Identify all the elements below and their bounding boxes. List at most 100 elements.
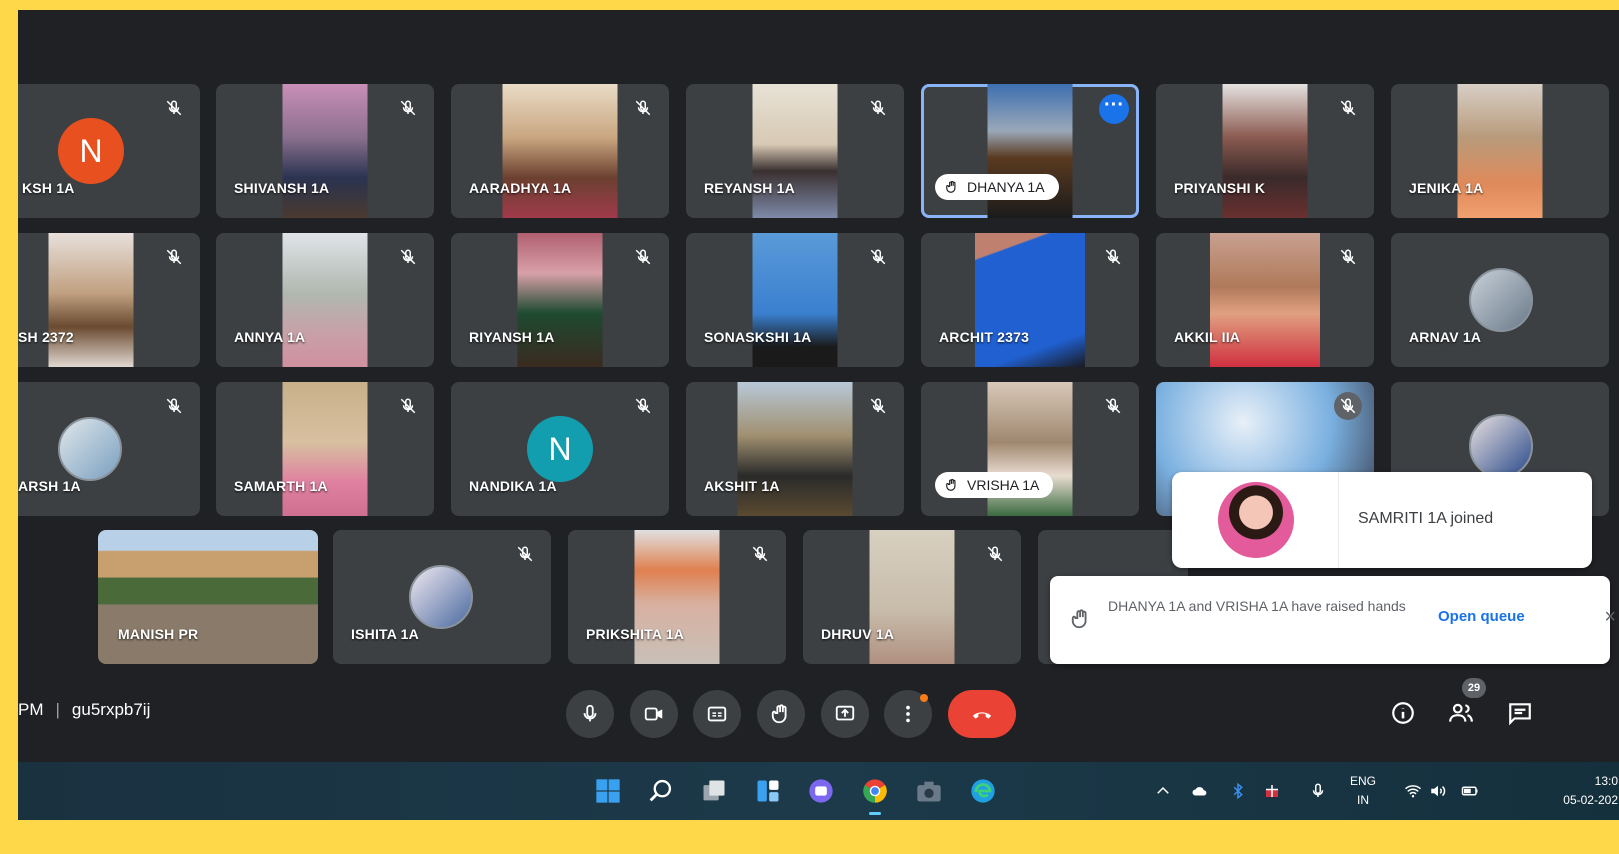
info-icon (1392, 702, 1414, 724)
mic-icon (583, 704, 597, 722)
camera-button[interactable] (630, 690, 678, 738)
participant-tile[interactable]: AKSHIT 1A (686, 382, 904, 516)
more-options-button[interactable]: ··· (1099, 94, 1129, 124)
video-feed (752, 84, 838, 218)
system-clock[interactable]: 13:0 05-02-202 (1498, 772, 1618, 810)
participant-tile[interactable]: MANISH PR (98, 530, 318, 664)
participant-tile[interactable]: ARCHIT 2373 (921, 233, 1139, 367)
participant-tile[interactable]: SHIVANSH 1A (216, 84, 434, 218)
edge-icon (971, 779, 995, 803)
participant-tile[interactable]: JENIKA 1A (1391, 84, 1609, 218)
show-hidden-icons[interactable] (1153, 780, 1173, 802)
video-feed (502, 84, 618, 218)
participant-tile[interactable]: ANNYA 1A (216, 233, 434, 367)
avatar (1469, 414, 1533, 478)
participant-name: JENIKA 1A (1409, 180, 1484, 196)
present-icon (835, 705, 855, 721)
muted-mic-icon (864, 243, 892, 271)
wifi-icon (1405, 785, 1421, 798)
widgets-button[interactable] (752, 775, 784, 807)
windows-icon (596, 779, 620, 803)
participant-tile[interactable]: PRIYANSHI K (1156, 84, 1374, 218)
video-feed (975, 233, 1085, 367)
bluetooth-tray[interactable] (1228, 780, 1248, 802)
camera-app-button[interactable] (913, 775, 945, 807)
microphone-tray[interactable] (1308, 780, 1328, 802)
participant-name: ARSH 1A (18, 478, 81, 494)
app-tray[interactable] (1261, 780, 1283, 802)
participant-joined-toast: SAMRITI 1A joined (1172, 472, 1592, 568)
participant-name: ARNAV 1A (1409, 329, 1482, 345)
people-button[interactable] (1446, 698, 1476, 728)
mic-button[interactable] (566, 690, 614, 738)
participant-tile[interactable]: SONASKSHI 1A (686, 233, 904, 367)
volume-tray[interactable] (1428, 780, 1448, 802)
language-indicator[interactable]: ENG IN (1350, 772, 1376, 810)
chrome-button[interactable] (859, 775, 891, 815)
participant-tile[interactable]: SH 2372 (18, 233, 200, 367)
muted-mic-icon (1334, 243, 1362, 271)
participant-tile[interactable]: REYANSH 1A (686, 84, 904, 218)
battery-icon (1461, 786, 1478, 796)
close-icon[interactable]: × (1604, 606, 1616, 629)
video-feed (48, 233, 134, 367)
participant-tile[interactable]: RIYANSH 1A (451, 233, 669, 367)
participant-tile[interactable]: DHRUV 1A (803, 530, 1021, 664)
widgets-icon (757, 780, 779, 802)
edge-button[interactable] (967, 775, 999, 807)
end-call-button[interactable] (948, 690, 1016, 738)
video-feed (282, 233, 368, 367)
participant-tile[interactable]: PRIKSHITA 1A (568, 530, 786, 664)
participant-tile[interactable]: AARADHYA 1A (451, 84, 669, 218)
video-feed (1457, 84, 1543, 218)
video-feed (517, 233, 603, 367)
participant-name: SHIVANSH 1A (234, 180, 330, 196)
more-options-button[interactable] (884, 690, 932, 738)
muted-mic-icon (394, 392, 422, 420)
participant-tile[interactable]: ARNAV 1A (1391, 233, 1609, 367)
avatar (409, 565, 473, 629)
camera-app-icon (917, 781, 941, 802)
avatar: N (58, 118, 124, 184)
participant-tile[interactable]: ARSH 1A (18, 382, 200, 516)
participant-name: REYANSH 1A (704, 180, 795, 196)
raise-hand-button[interactable] (757, 690, 805, 738)
muted-mic-icon (160, 94, 188, 122)
muted-mic-icon (864, 392, 892, 420)
chat-icon (1509, 703, 1531, 726)
participant-tile[interactable]: ISHITA 1A (333, 530, 551, 664)
participant-tile[interactable]: N NANDIKA 1A (451, 382, 669, 516)
video-feed (634, 530, 720, 664)
info-button[interactable] (1388, 698, 1418, 728)
avatar (1469, 268, 1533, 332)
participant-tile[interactable]: N KSH 1A (18, 84, 200, 218)
participant-tile[interactable]: VRISHA 1A (921, 382, 1139, 516)
participant-name: SAMARTH 1A (234, 478, 328, 494)
participant-tile-active[interactable]: ··· DHANYA 1A (921, 84, 1139, 218)
meeting-time: PM (18, 700, 44, 719)
captions-button[interactable] (693, 690, 741, 738)
start-button[interactable] (592, 775, 624, 807)
raised-hand-badge: VRISHA 1A (935, 472, 1054, 498)
participant-tile[interactable]: SAMARTH 1A (216, 382, 434, 516)
wifi-tray[interactable] (1403, 780, 1423, 802)
chat-button[interactable] (1505, 698, 1535, 728)
participant-name: ARCHIT 2373 (939, 329, 1030, 345)
muted-mic-icon (629, 243, 657, 271)
muted-mic-icon (746, 540, 774, 568)
participant-tile[interactable]: AKKIL IIA (1156, 233, 1374, 367)
task-view-button[interactable] (698, 775, 730, 807)
chat-app-button[interactable] (805, 775, 837, 807)
search-button[interactable] (644, 775, 676, 807)
open-queue-button[interactable]: Open queue (1438, 608, 1525, 625)
video-feed (282, 382, 368, 516)
participant-name: NANDIKA 1A (469, 478, 557, 494)
participant-name: VRISHA 1A (967, 477, 1040, 493)
present-button[interactable] (821, 690, 869, 738)
battery-tray[interactable] (1458, 780, 1482, 802)
participant-name: AKSHIT 1A (704, 478, 780, 494)
onedrive-tray[interactable] (1188, 780, 1212, 802)
video-feed (752, 233, 838, 367)
avatar (1218, 482, 1294, 558)
language-code: ENG (1350, 774, 1377, 788)
